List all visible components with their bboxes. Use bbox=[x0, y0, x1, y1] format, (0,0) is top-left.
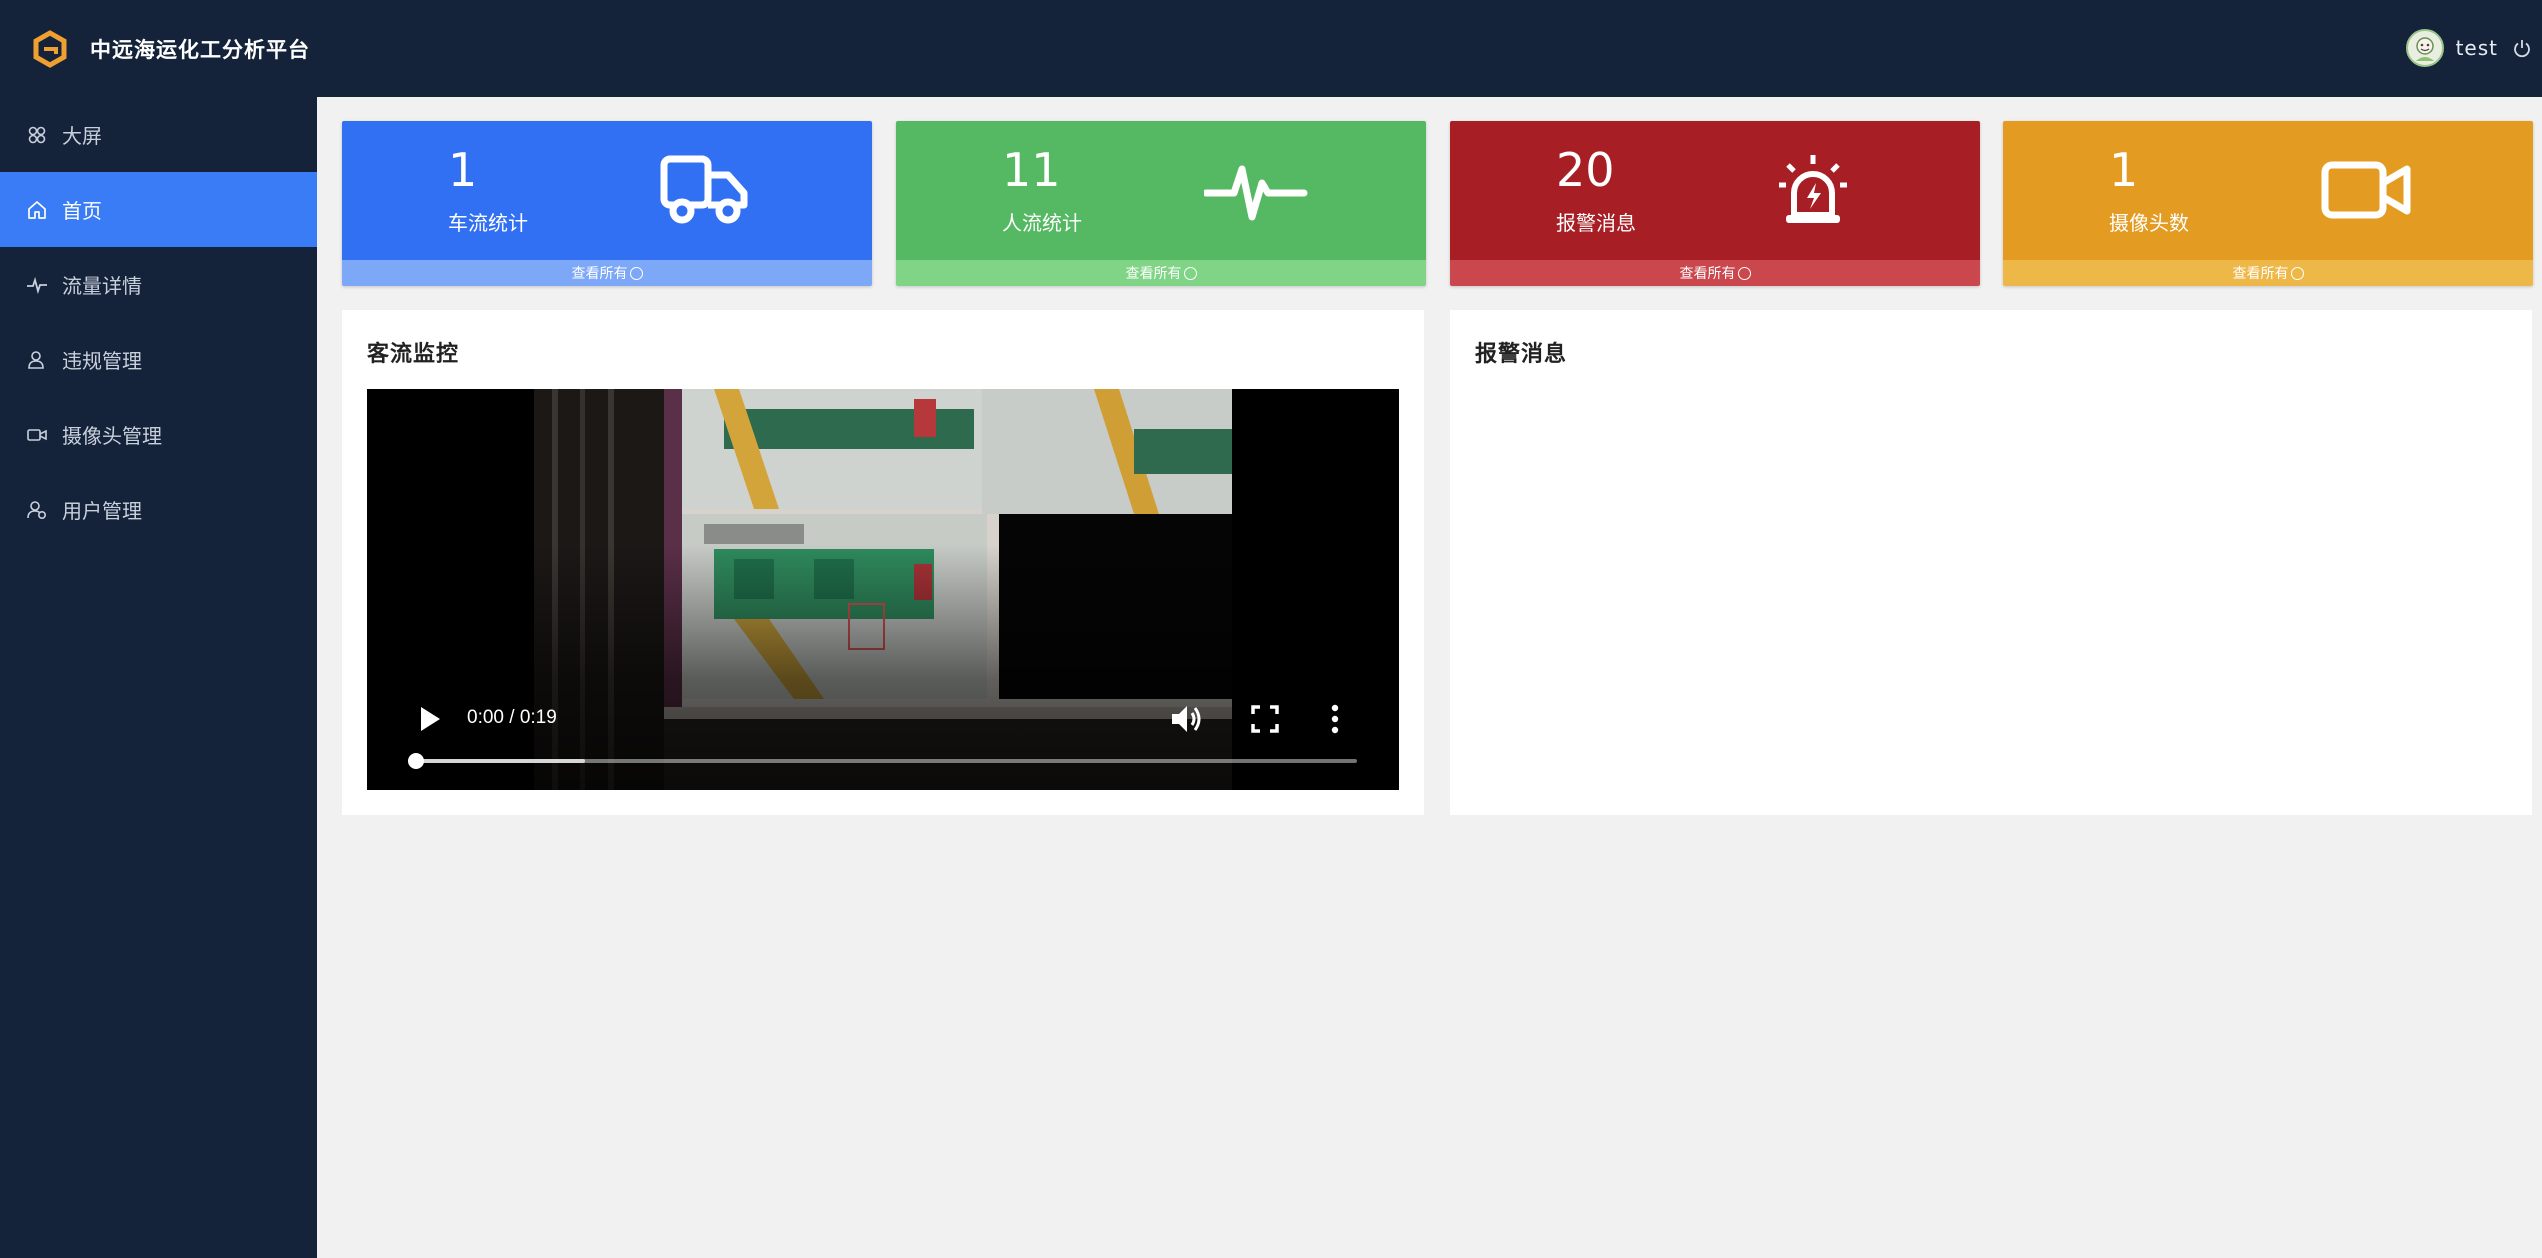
avatar-face-icon bbox=[2415, 37, 2434, 61]
panel-title: 客流监控 bbox=[367, 342, 460, 367]
logo-icon bbox=[33, 29, 67, 68]
sidebar-item-label: 违规管理 bbox=[62, 349, 142, 373]
sidebar-item-users[interactable]: 用户管理 bbox=[0, 472, 317, 547]
view-all-link[interactable]: 查看所有 bbox=[896, 260, 1426, 286]
truck-icon bbox=[660, 155, 748, 224]
view-all-label: 查看所有 bbox=[1679, 266, 1736, 282]
username[interactable]: test bbox=[2456, 36, 2498, 60]
sidebar-item-cameras[interactable]: 摄像头管理 bbox=[0, 397, 317, 472]
stat-card-people: 11 人流统计 查看所有 bbox=[896, 121, 1426, 286]
user-menu[interactable]: test bbox=[2405, 28, 2532, 68]
top-bar: 中远海运化工分析平台 test bbox=[0, 0, 2542, 97]
user-warning-icon bbox=[28, 350, 44, 369]
arrow-circle-icon bbox=[1183, 266, 1197, 280]
play-icon[interactable] bbox=[417, 704, 443, 734]
video-time: 0:00 / 0:19 bbox=[467, 707, 557, 728]
view-all-label: 查看所有 bbox=[571, 266, 628, 282]
grid-icon bbox=[28, 126, 46, 143]
avatar[interactable] bbox=[2405, 29, 2444, 67]
sidebar-item-label: 摄像头管理 bbox=[62, 424, 162, 448]
stat-card-vehicles: 1 车流统计 查看所有 bbox=[342, 121, 872, 286]
video-progress-bar[interactable] bbox=[408, 753, 1357, 769]
view-all-link[interactable]: 查看所有 bbox=[1450, 260, 1980, 286]
arrow-circle-icon bbox=[1737, 266, 1751, 280]
user-settings-icon bbox=[27, 500, 47, 519]
arrow-circle-icon bbox=[2290, 266, 2304, 280]
sidebar-item-label: 首页 bbox=[62, 199, 102, 223]
sidebar-item-flow-details[interactable]: 流量详情 bbox=[0, 247, 317, 322]
app-title: 中远海运化工分析平台 bbox=[90, 37, 310, 62]
stat-value: 20 bbox=[1556, 143, 1615, 197]
more-options-icon[interactable] bbox=[1330, 704, 1340, 734]
stat-card-cameras: 1 摄像头数 查看所有 bbox=[2003, 121, 2533, 286]
traffic-monitor-panel: 客流监控 0:00 / 0:19 bbox=[342, 310, 1424, 815]
stat-value: 1 bbox=[2109, 143, 2139, 197]
sidebar: 大屏 首页 流量详情 违规管理 摄像头管理 用户管理 bbox=[0, 97, 317, 1258]
heartbeat-icon bbox=[1204, 165, 1308, 221]
home-icon bbox=[28, 200, 46, 219]
pulse-icon bbox=[27, 276, 47, 294]
alerts-panel: 报警消息 bbox=[1450, 310, 2532, 815]
brand[interactable]: 中远海运化工分析平台 bbox=[0, 0, 317, 97]
video-player[interactable]: 0:00 / 0:19 bbox=[367, 389, 1399, 790]
arrow-circle-icon bbox=[629, 266, 643, 280]
power-icon[interactable] bbox=[2512, 38, 2532, 58]
video-scrubber-handle[interactable] bbox=[408, 753, 424, 769]
view-all-link[interactable]: 查看所有 bbox=[342, 260, 872, 286]
stat-value: 11 bbox=[1002, 143, 1061, 197]
stat-card-alarms: 20 报警消息 查看所有 bbox=[1450, 121, 1980, 286]
alarm-icon bbox=[1779, 155, 1847, 223]
camera-icon bbox=[27, 428, 47, 441]
video-icon bbox=[2321, 161, 2411, 219]
view-all-link[interactable]: 查看所有 bbox=[2003, 260, 2533, 286]
stat-value: 1 bbox=[448, 143, 478, 197]
sidebar-item-label: 大屏 bbox=[62, 124, 102, 148]
stat-label: 人流统计 bbox=[1002, 211, 1082, 235]
stat-label: 摄像头数 bbox=[2109, 211, 2189, 235]
view-all-label: 查看所有 bbox=[2232, 266, 2289, 282]
fullscreen-icon[interactable] bbox=[1251, 705, 1279, 733]
volume-icon[interactable] bbox=[1170, 703, 1204, 735]
sidebar-item-violations[interactable]: 违规管理 bbox=[0, 322, 317, 397]
video-controls-gradient bbox=[367, 544, 1399, 790]
sidebar-item-dashboard[interactable]: 大屏 bbox=[0, 97, 317, 172]
sidebar-item-home[interactable]: 首页 bbox=[0, 172, 317, 247]
sidebar-item-label: 用户管理 bbox=[62, 499, 142, 523]
stat-label: 车流统计 bbox=[448, 211, 528, 235]
sidebar-item-label: 流量详情 bbox=[62, 274, 142, 298]
view-all-label: 查看所有 bbox=[1125, 266, 1182, 282]
stat-label: 报警消息 bbox=[1556, 211, 1636, 235]
video-buffer-bar bbox=[415, 759, 585, 763]
panel-title: 报警消息 bbox=[1475, 342, 1568, 367]
